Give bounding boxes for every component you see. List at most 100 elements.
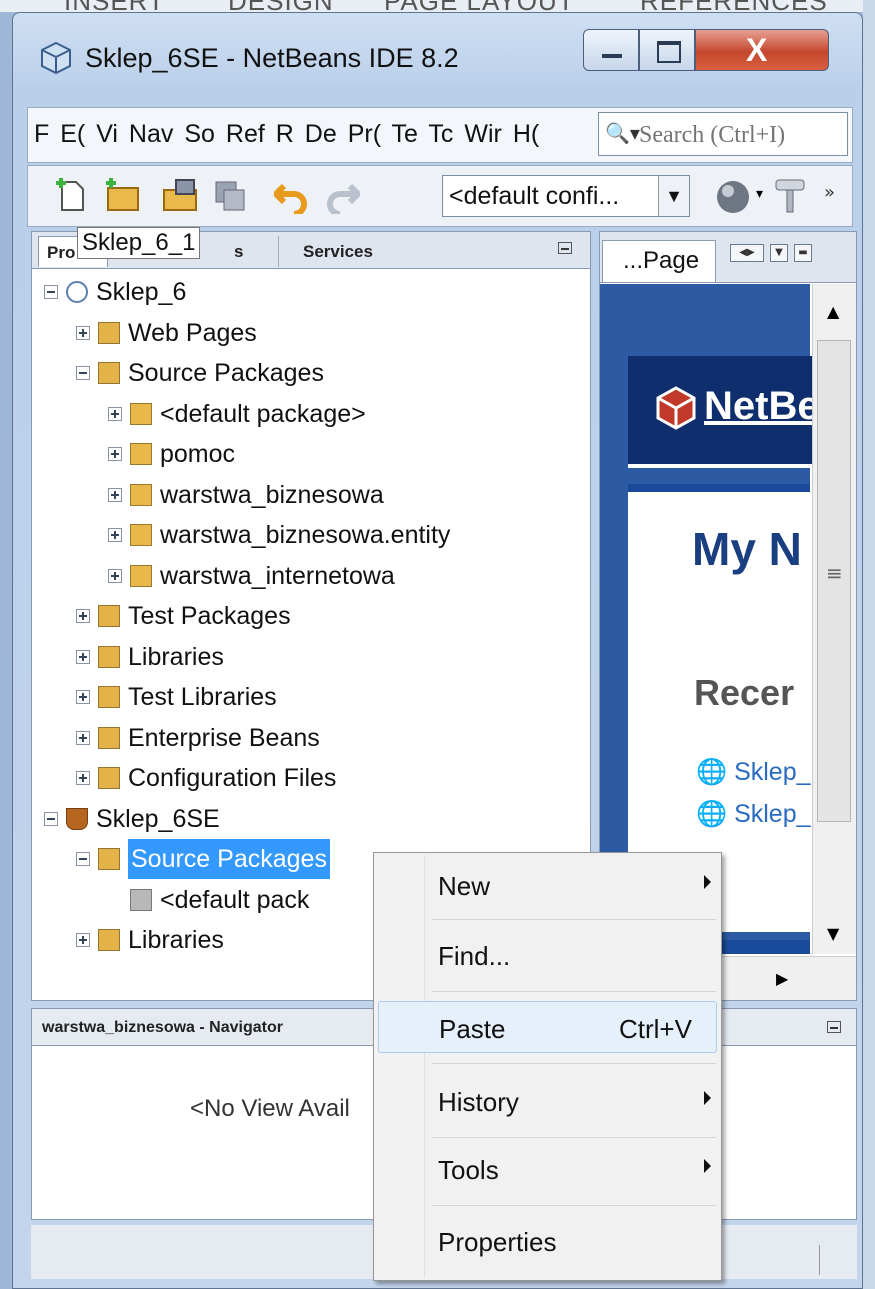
collapse-toggle-icon[interactable]	[44, 811, 58, 826]
tree-node[interactable]: Libraries	[32, 637, 592, 677]
recent-project-link[interactable]: 🌐 Sklep_	[696, 758, 811, 787]
toolbar-overflow-icon[interactable]: »	[824, 182, 835, 203]
minimize-panel-icon[interactable]	[558, 242, 572, 254]
undo-icon[interactable]	[274, 178, 310, 214]
tree-node[interactable]: warstwa_biznesowa	[32, 475, 592, 515]
tree-node[interactable]: warstwa_internetowa	[32, 556, 592, 596]
menu-navigate[interactable]: Nav	[129, 120, 173, 148]
tree-node[interactable]: Configuration Files	[32, 758, 592, 798]
menu-debug[interactable]: De	[305, 120, 337, 148]
expand-toggle-icon[interactable]	[108, 406, 122, 421]
minimize-button[interactable]	[583, 29, 639, 71]
menu-window[interactable]: Wir	[464, 120, 501, 148]
title-bar[interactable]: Sklep_6SE - NetBeans IDE 8.2 X	[13, 13, 862, 103]
menu-team[interactable]: Te	[392, 120, 418, 148]
netbeans-logo-link[interactable]: NetBe	[704, 384, 820, 429]
expand-toggle-icon[interactable]	[108, 568, 122, 583]
configuration-select[interactable]: <default confi... ▼	[442, 175, 690, 217]
menu-tools[interactable]: Tc	[428, 120, 453, 148]
menu-refactor[interactable]: Ref	[226, 120, 265, 148]
menu-item-history[interactable]: History	[378, 1075, 717, 1127]
menu-edit[interactable]: E(	[60, 120, 85, 148]
recent-link-label[interactable]: Sklep_	[734, 758, 810, 786]
run-globe-icon[interactable]	[714, 178, 752, 216]
recent-project-link[interactable]: 🌐 Sklep_	[696, 800, 811, 829]
menu-item-new[interactable]: New	[378, 859, 717, 911]
menu-profile[interactable]: Pr(	[348, 120, 381, 148]
recent-link-label[interactable]: Sklep_	[734, 800, 810, 828]
tree-node[interactable]: <default package>	[32, 394, 592, 434]
package-icon	[130, 483, 152, 506]
expand-toggle-icon[interactable]	[108, 528, 122, 542]
expand-toggle-icon[interactable]	[76, 325, 90, 340]
expand-toggle-icon[interactable]	[76, 609, 90, 623]
navigator-title: warstwa_biznesowa - Navigator	[42, 1019, 283, 1036]
menu-item-label: Properties	[438, 1227, 557, 1257]
tree-node-label: Test Libraries	[128, 683, 277, 711]
new-file-icon[interactable]	[54, 178, 90, 214]
menu-view[interactable]: Vi	[96, 120, 118, 148]
open-project-icon[interactable]	[162, 178, 198, 214]
scroll-down-icon[interactable]: ▼	[827, 924, 839, 943]
tree-node[interactable]: Enterprise Beans	[32, 718, 592, 758]
menu-source[interactable]: So	[184, 120, 215, 148]
menu-item-properties[interactable]: Properties	[378, 1215, 717, 1267]
expand-toggle-icon[interactable]	[108, 487, 122, 502]
tab-list-dropdown-icon[interactable]: ▼	[770, 244, 788, 262]
menu-item-find[interactable]: Find...	[378, 929, 717, 981]
expand-toggle-icon[interactable]	[76, 690, 90, 704]
tree-node[interactable]: warstwa_biznesowa.entity	[32, 515, 592, 555]
run-dropdown-icon[interactable]: ▾	[756, 186, 763, 202]
save-all-icon[interactable]	[212, 178, 248, 214]
menu-item-label: Find...	[438, 941, 511, 971]
collapse-toggle-icon[interactable]	[76, 366, 90, 380]
tree-node[interactable]: pomoc	[32, 434, 592, 474]
tab-scroll-arrows-icon[interactable]: ◀▶	[730, 244, 764, 262]
menu-item-tools[interactable]: Tools	[378, 1143, 717, 1195]
close-button[interactable]: X	[695, 29, 829, 71]
menu-item-paste[interactable]: Paste Ctrl+V	[378, 1001, 717, 1053]
tree-node[interactable]: Web Pages	[32, 313, 592, 353]
menu-help[interactable]: H(	[513, 120, 539, 148]
ribbon-tab-insert[interactable]: INSERT	[64, 0, 165, 12]
scrollbar-thumb[interactable]: ≡	[817, 340, 851, 822]
search-icon[interactable]: 🔍▾	[605, 121, 640, 145]
collapse-toggle-icon[interactable]	[76, 852, 90, 866]
tab-services[interactable]: Services	[278, 236, 418, 267]
expand-toggle-icon[interactable]	[76, 649, 90, 664]
library-folder-icon	[98, 929, 120, 951]
ribbon-tab-page-layout[interactable]: PAGE LAYOUT	[384, 0, 575, 12]
ribbon-tab-design[interactable]: DESIGN	[228, 0, 334, 12]
menu-file[interactable]: F	[34, 120, 49, 148]
tree-node-label: Test Packages	[128, 602, 291, 630]
search-input[interactable]	[637, 117, 846, 153]
tab-start-page[interactable]: ...Page	[602, 240, 716, 282]
collapse-toggle-icon[interactable]	[44, 285, 58, 299]
scroll-right-icon[interactable]: ▶	[776, 969, 788, 988]
expand-toggle-icon[interactable]	[76, 933, 90, 947]
expand-toggle-icon[interactable]	[108, 447, 122, 461]
redo-icon[interactable]	[324, 178, 360, 214]
tree-node-label: warstwa_internetowa	[160, 561, 395, 590]
menu-run[interactable]: R	[276, 120, 294, 148]
tree-node[interactable]: Source Packages	[32, 353, 592, 393]
maximize-button[interactable]	[639, 29, 695, 71]
tree-node[interactable]: Test Libraries	[32, 677, 592, 717]
vertical-scrollbar[interactable]: ▲ ≡ ▼	[812, 284, 856, 954]
minimize-navigator-icon[interactable]	[827, 1021, 841, 1033]
expand-toggle-icon[interactable]	[76, 730, 90, 745]
maximize-editor-icon[interactable]: ▬	[794, 244, 812, 262]
search-box[interactable]: 🔍▾	[598, 112, 848, 156]
tree-node[interactable]: Sklep_6	[32, 272, 592, 312]
menu-separator	[432, 991, 716, 992]
expand-toggle-icon[interactable]	[76, 771, 90, 785]
ribbon-tab-references[interactable]: REFERENCES	[640, 0, 828, 12]
chevron-down-icon[interactable]: ▼	[658, 176, 689, 216]
build-hammer-icon[interactable]	[772, 178, 808, 214]
new-project-icon[interactable]	[104, 178, 140, 214]
background-ribbon: INSERT DESIGN PAGE LAYOUT REFERENCES	[0, 0, 875, 12]
scroll-up-icon[interactable]: ▲	[827, 302, 839, 321]
package-icon	[130, 564, 152, 587]
tree-node[interactable]: Test Packages	[32, 596, 592, 636]
tree-node[interactable]: Sklep_6SE	[32, 799, 592, 839]
